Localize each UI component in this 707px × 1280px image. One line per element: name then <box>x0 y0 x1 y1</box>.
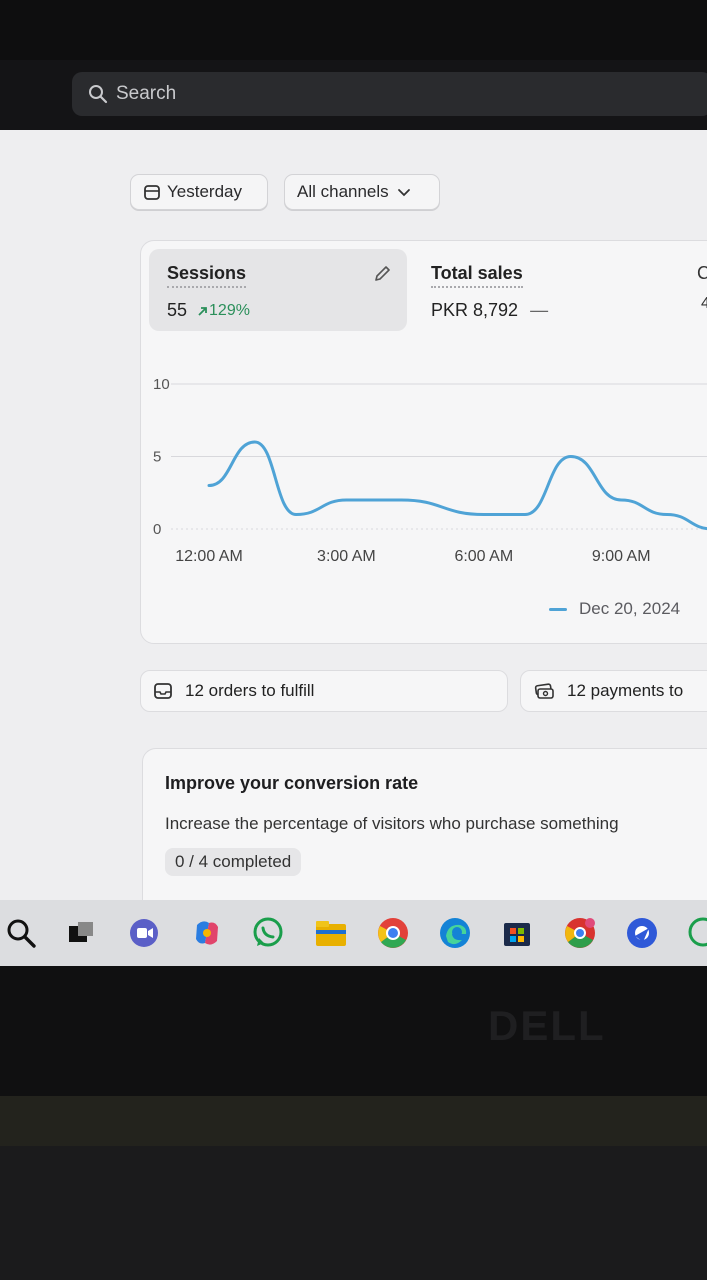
chrome-icon[interactable] <box>374 914 412 952</box>
chart-legend: Dec 20, 2024 <box>549 599 680 619</box>
file-explorer-icon[interactable] <box>312 914 350 952</box>
conversion-description: Increase the percentage of visitors who … <box>165 814 619 833</box>
orders-label: 12 orders to fulfill <box>185 681 315 700</box>
conversion-progress-badge: 0 / 4 completed <box>165 848 302 876</box>
windows-taskbar <box>0 900 707 966</box>
sessions-delta-value: 129% <box>209 301 250 319</box>
search-placeholder: Search <box>116 83 177 104</box>
sessions-delta: 129% <box>197 302 250 320</box>
chevron-down-icon <box>397 189 410 197</box>
whatsapp-icon[interactable] <box>684 914 707 952</box>
search-icon <box>89 85 108 104</box>
payments-button[interactable]: 12 payments to <box>520 670 707 712</box>
browser-icon[interactable] <box>623 914 661 952</box>
series-line <box>207 440 707 531</box>
x-tick-label: 3:00 AM <box>317 548 376 565</box>
background-floor <box>0 1146 707 1280</box>
top-bar: Search <box>0 60 707 130</box>
pencil-icon[interactable] <box>371 263 393 285</box>
x-tick-label: 9:00 AM <box>592 548 651 565</box>
date-filter-label: Yesterday <box>167 182 242 201</box>
laptop-bezel-top <box>0 0 707 60</box>
edge-icon[interactable] <box>436 914 474 952</box>
dell-logo: DELL <box>488 1002 606 1049</box>
background-strip <box>0 1096 707 1146</box>
laptop-bezel-bottom: DELL <box>0 966 707 1096</box>
cash-icon <box>534 683 554 699</box>
total-sales-value: PKR 8,792 <box>431 300 519 320</box>
copilot-icon[interactable] <box>188 914 226 952</box>
dashboard-screen: Yesterday All channels Sessions 55 129% … <box>0 130 707 900</box>
sessions-line-chart: 10 5 0 12:00 AM 3:00 AM 6:00 AM 9:00 AM <box>153 376 707 565</box>
sessions-title: Sessions <box>167 263 247 288</box>
sessions-metric[interactable]: Sessions 55 129% <box>149 249 407 331</box>
analytics-card: Sessions 55 129% Total sales PKR 8,792 —… <box>140 240 707 644</box>
third-metric-title: C <box>697 263 707 283</box>
y-tick-label: 10 <box>153 376 170 393</box>
y-tick-label: 5 <box>153 449 161 466</box>
legend-label: Dec 20, 2024 <box>579 599 681 618</box>
total-sales-title: Total sales <box>431 263 523 288</box>
y-tick-label: 0 <box>153 521 161 538</box>
conversion-card: Improve your conversion rate Increase th… <box>142 748 707 900</box>
channel-filter-button[interactable]: All channels <box>284 174 440 210</box>
search-icon[interactable] <box>2 914 40 952</box>
sessions-value: 55 <box>167 300 188 320</box>
calendar-icon <box>144 185 160 200</box>
total-sales-metric[interactable]: Total sales PKR 8,792 — <box>413 249 653 331</box>
channel-filter-label: All channels <box>297 182 389 201</box>
conversion-title: Improve your conversion rate <box>165 773 419 793</box>
search-input[interactable]: Search <box>72 72 707 116</box>
task-view-icon[interactable] <box>62 914 100 952</box>
date-filter-button[interactable]: Yesterday <box>130 174 268 210</box>
arrow-up-right-icon <box>198 306 207 316</box>
teams-icon[interactable] <box>125 914 163 952</box>
orders-to-fulfill-button[interactable]: 12 orders to fulfill <box>140 670 508 712</box>
store-icon[interactable] <box>498 914 536 952</box>
third-metric-value: 4 <box>701 295 707 312</box>
whatsapp-icon[interactable] <box>249 914 287 952</box>
total-sales-delta: — <box>530 300 549 320</box>
payments-label: 12 payments to <box>567 681 684 700</box>
inbox-icon <box>154 683 172 699</box>
x-tick-label: 12:00 AM <box>175 548 243 565</box>
legend-swatch <box>549 607 567 611</box>
chrome-canary-icon[interactable] <box>561 914 599 952</box>
x-tick-label: 6:00 AM <box>454 548 513 565</box>
